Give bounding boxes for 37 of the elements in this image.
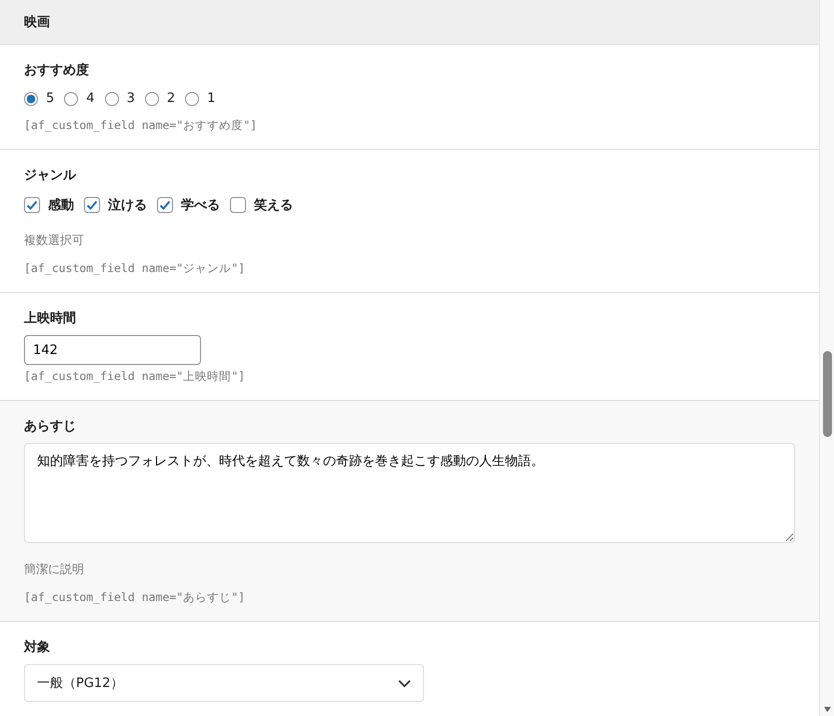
checkbox-option[interactable]: 笑える: [230, 196, 293, 214]
field-hint: 簡潔に説明: [24, 561, 85, 578]
checkbox[interactable]: [84, 197, 100, 213]
radio-button[interactable]: [104, 92, 119, 106]
checkbox-option[interactable]: 感動: [24, 196, 74, 214]
scroll-down-icon[interactable]: [823, 706, 832, 713]
checkbox[interactable]: [157, 197, 173, 213]
scrollbar-thumb[interactable]: [823, 351, 832, 437]
select-dropdown[interactable]: 一般（PG12）: [24, 664, 424, 702]
field-label: あらすじ: [24, 418, 76, 435]
radio-button[interactable]: [185, 92, 200, 106]
shortcode-text: [af_custom_field name="上映時間"]: [24, 369, 246, 384]
field-label: ジャンル: [24, 167, 76, 184]
radio-option[interactable]: 5: [24, 91, 54, 106]
radio-button[interactable]: [64, 92, 78, 106]
checkbox-option[interactable]: 泣ける: [84, 196, 147, 214]
radio-option[interactable]: 4: [64, 91, 95, 106]
text-area[interactable]: 知的障害を持つフォレストが、時代を超えて数々の奇跡を巻き起こす感動の人生物語。: [24, 443, 795, 543]
radio-option[interactable]: 2: [144, 91, 176, 106]
radio-option[interactable]: 3: [104, 91, 135, 106]
field-label: おすすめ度: [24, 62, 89, 79]
radio-option[interactable]: 1: [185, 91, 216, 106]
scrollbar[interactable]: [820, 0, 834, 716]
field-label: 上映時間: [24, 310, 76, 327]
shortcode-text: [af_custom_field name="あらすじ"]: [24, 590, 246, 605]
shortcode-text: [af_custom_field name="ジャンル"]: [24, 261, 246, 276]
number-field[interactable]: 142: [24, 335, 201, 365]
shortcode-text: [af_custom_field name="おすすめ度"]: [24, 118, 258, 133]
section-title: 映画: [24, 14, 50, 31]
field-label: 対象: [24, 638, 50, 656]
field-hint: 複数選択可: [24, 232, 85, 249]
radio-button[interactable]: [144, 92, 159, 106]
checkbox-option[interactable]: 学べる: [157, 196, 220, 214]
chevron-down-icon: [398, 678, 411, 688]
checkbox[interactable]: [24, 197, 40, 213]
radio-button[interactable]: [24, 92, 38, 106]
checkbox[interactable]: [230, 197, 246, 213]
